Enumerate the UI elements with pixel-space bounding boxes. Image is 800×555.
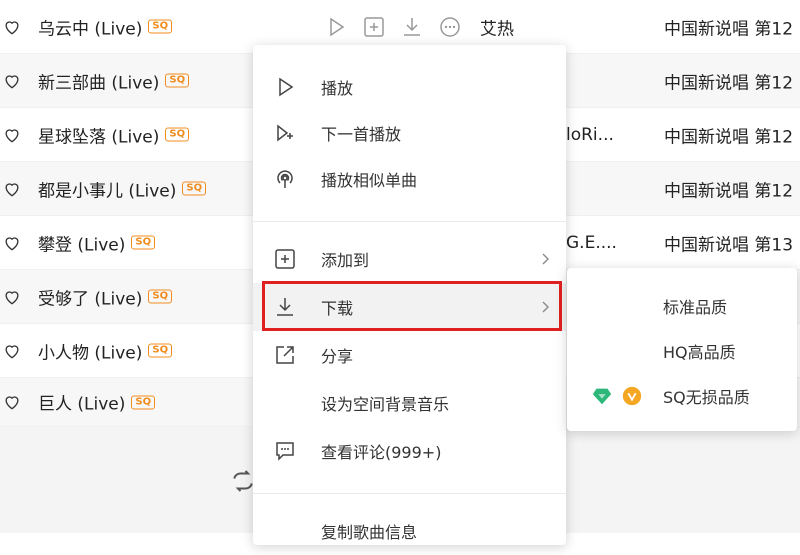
menu-item-share[interactable]: 分享 <box>253 331 566 379</box>
menu-item-label: 复制歌曲信息 <box>321 523 418 542</box>
submenu-item-label: SQ无损品质 <box>663 388 750 407</box>
menu-item-download[interactable]: 下载 <box>253 283 566 331</box>
menu-item-set-bg-music[interactable]: 设为空间背景音乐 <box>253 379 566 427</box>
chevron-right-icon <box>542 253 549 265</box>
song-album[interactable]: 中国新说唱 第12 <box>664 68 793 93</box>
sq-badge: SQ <box>148 19 173 34</box>
menu-item-copy-info[interactable]: 复制歌曲信息 <box>253 507 566 555</box>
context-menu: 播放 下一首播放 播放相似单曲 添加到 下载 分享 设为空间背景音乐 查看评论(… <box>253 45 566 545</box>
menu-divider <box>253 221 566 222</box>
sq-badge: SQ <box>165 127 190 142</box>
menu-item-comments[interactable]: 查看评论(999+) <box>253 427 566 475</box>
heart-icon[interactable] <box>2 287 22 307</box>
heart-icon[interactable] <box>2 179 22 199</box>
radio-icon <box>277 170 293 188</box>
song-album[interactable]: 中国新说唱 第12 <box>664 176 793 201</box>
song-title: 受够了 (Live) SQ <box>38 284 173 309</box>
add-icon[interactable] <box>362 15 386 39</box>
menu-divider <box>253 493 566 494</box>
song-title: 攀登 (Live) SQ <box>38 230 156 255</box>
menu-item-label: 设为空间背景音乐 <box>321 395 450 414</box>
heart-icon[interactable] <box>2 341 22 361</box>
download-icon <box>277 298 293 316</box>
download-sq-quality[interactable]: SQ无损品质 <box>567 374 797 418</box>
song-title: 星球坠落 (Live) SQ <box>38 122 190 147</box>
menu-item-play-next[interactable]: 下一首播放 <box>253 109 566 157</box>
song-artist[interactable]: loRi... <box>566 125 614 145</box>
heart-icon[interactable] <box>2 71 22 91</box>
menu-item-play[interactable]: 播放 <box>253 63 566 111</box>
song-album[interactable]: 中国新说唱 第12 <box>664 14 793 39</box>
vip-icon <box>622 386 642 406</box>
song-title: 都是小事儿 (Live) SQ <box>38 176 207 201</box>
share-icon <box>276 346 294 364</box>
song-artist[interactable]: 艾热 <box>480 14 514 39</box>
menu-item-label: 下载 <box>321 299 354 318</box>
menu-item-label: 分享 <box>321 347 354 366</box>
chevron-right-icon <box>542 301 549 313</box>
sq-badge: SQ <box>182 181 207 196</box>
play-icon <box>279 77 294 97</box>
menu-item-label: 播放 <box>321 79 354 98</box>
song-album[interactable]: 中国新说唱 第13 <box>664 230 793 255</box>
song-artist[interactable]: G.E.... <box>566 233 617 253</box>
song-title: 乌云中 (Live) SQ <box>38 14 173 39</box>
download-icon[interactable] <box>400 15 424 39</box>
song-album[interactable]: 中国新说唱 第12 <box>664 122 793 147</box>
menu-item-label: 播放相似单曲 <box>321 171 418 190</box>
song-title: 小人物 (Live) SQ <box>38 338 173 363</box>
song-title: 巨人 (Live) SQ <box>38 390 156 415</box>
heart-icon[interactable] <box>2 392 22 412</box>
menu-item-label: 添加到 <box>321 251 370 270</box>
menu-item-label: 下一首播放 <box>321 125 402 144</box>
sq-badge: SQ <box>131 235 156 250</box>
heart-icon[interactable] <box>2 233 22 253</box>
add-icon <box>275 249 295 269</box>
download-standard-quality[interactable]: 标准品质 <box>567 284 797 328</box>
heart-icon[interactable] <box>2 125 22 145</box>
submenu-item-label: HQ高品质 <box>663 343 736 362</box>
song-title: 新三部曲 (Live) SQ <box>38 68 190 93</box>
play-icon[interactable] <box>324 15 348 39</box>
heart-icon[interactable] <box>2 17 22 37</box>
menu-item-play-similar[interactable]: 播放相似单曲 <box>253 155 566 203</box>
menu-item-label: 查看评论(999+) <box>321 443 442 462</box>
comment-icon <box>276 442 294 461</box>
diamond-icon <box>592 388 612 405</box>
menu-item-add-to[interactable]: 添加到 <box>253 235 566 283</box>
sq-badge: SQ <box>165 73 190 88</box>
sq-badge: SQ <box>131 395 156 409</box>
download-hq-quality[interactable]: HQ高品质 <box>567 329 797 373</box>
submenu-item-label: 标准品质 <box>663 298 728 317</box>
more-icon[interactable] <box>438 15 462 39</box>
download-submenu: 标准品质 HQ高品质 SQ无损品质 <box>567 268 797 431</box>
sq-badge: SQ <box>148 343 173 358</box>
play-next-icon <box>277 124 293 142</box>
row-actions <box>324 15 462 39</box>
sq-badge: SQ <box>148 289 173 304</box>
